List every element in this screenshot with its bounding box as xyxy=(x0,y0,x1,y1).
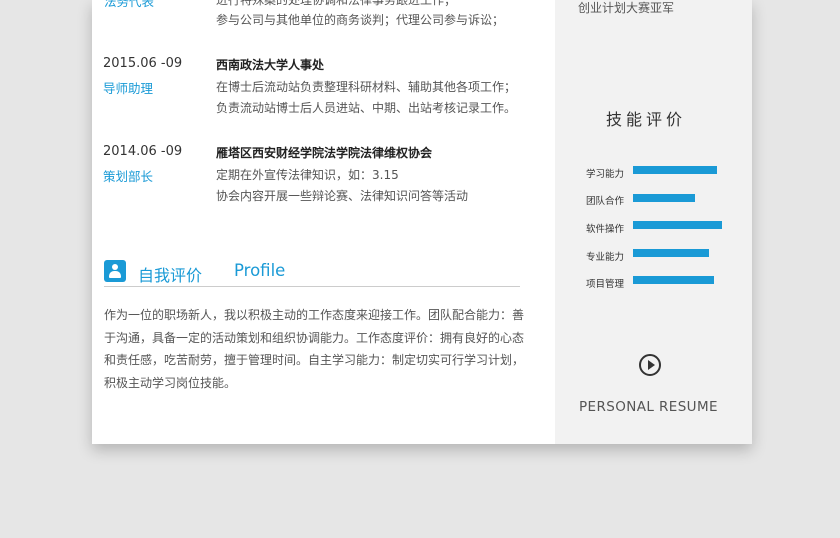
experience-date: 2015.06 -09 xyxy=(103,56,183,71)
experience-desc-line: 定期在外宣传法律知识，如：3.15 xyxy=(216,168,399,182)
experience-desc-line: 在博士后流动站负责整理科研材料、辅助其他各项工作； xyxy=(216,80,517,94)
partial-desc-line-2: 参与公司与其他单位的商务谈判；代理公司参与诉讼； xyxy=(216,13,505,27)
skill-label: 项目管理 xyxy=(586,279,625,290)
skill-bar xyxy=(633,194,695,202)
section-title-en: Profile xyxy=(234,261,286,280)
section-divider xyxy=(104,286,520,287)
profile-line: 积极主动学习岗位技能。 xyxy=(104,375,237,390)
skill-label: 专业能力 xyxy=(586,252,625,263)
experience-desc-line: 协会内容开展一些辩论赛、法律知识问答等活动 xyxy=(216,189,469,203)
profile-line: 和责任感，吃苦耐劳，擅于管理时间。自主学习能力：制定切实可行学习计划， xyxy=(104,353,525,367)
user-icon xyxy=(104,260,126,282)
skill-bar xyxy=(633,166,717,174)
sidebar-award: 创业计划大赛亚军 xyxy=(578,1,675,15)
partial-desc-line: 进行特殊案的处理协调和法律事务跟进工作； xyxy=(216,0,457,7)
personal-resume-label: PERSONAL RESUME xyxy=(579,399,718,415)
section-title: 自我评价 xyxy=(138,266,203,285)
experience-desc-line: 负责流动站博士后人员进站、中期、出站考核记录工作。 xyxy=(216,101,517,115)
skill-bar xyxy=(633,221,722,229)
experience-date: 2014.06 -09 xyxy=(103,144,183,159)
skill-label: 学习能力 xyxy=(586,169,625,180)
experience-org: 雁塔区西安财经学院法学院法律维权协会 xyxy=(216,146,433,160)
profile-line: 于沟通，具备一定的活动策划和组织协调能力。工作态度评价：拥有良好的心态 xyxy=(104,330,525,345)
skill-label: 软件操作 xyxy=(586,224,625,235)
skills-title: 技能评价 xyxy=(606,110,687,129)
partial-role: 法务代表 xyxy=(104,0,155,9)
experience-role: 策划部长 xyxy=(103,169,154,184)
experience-org: 西南政法大学人事处 xyxy=(216,58,325,72)
play-circle-icon[interactable] xyxy=(639,354,661,376)
experience-role: 导师助理 xyxy=(103,81,154,96)
skill-label: 团队合作 xyxy=(586,196,625,207)
profile-line: 作为一位的职场新人，我以积极主动的工作态度来迎接工作。团队配合能力：善 xyxy=(104,308,525,322)
profile-text: 作为一位的职场新人，我以积极主动的工作态度来迎接工作。团队配合能力：善 于沟通，… xyxy=(104,304,532,394)
skill-bar xyxy=(633,249,709,257)
skill-bar xyxy=(633,276,714,284)
